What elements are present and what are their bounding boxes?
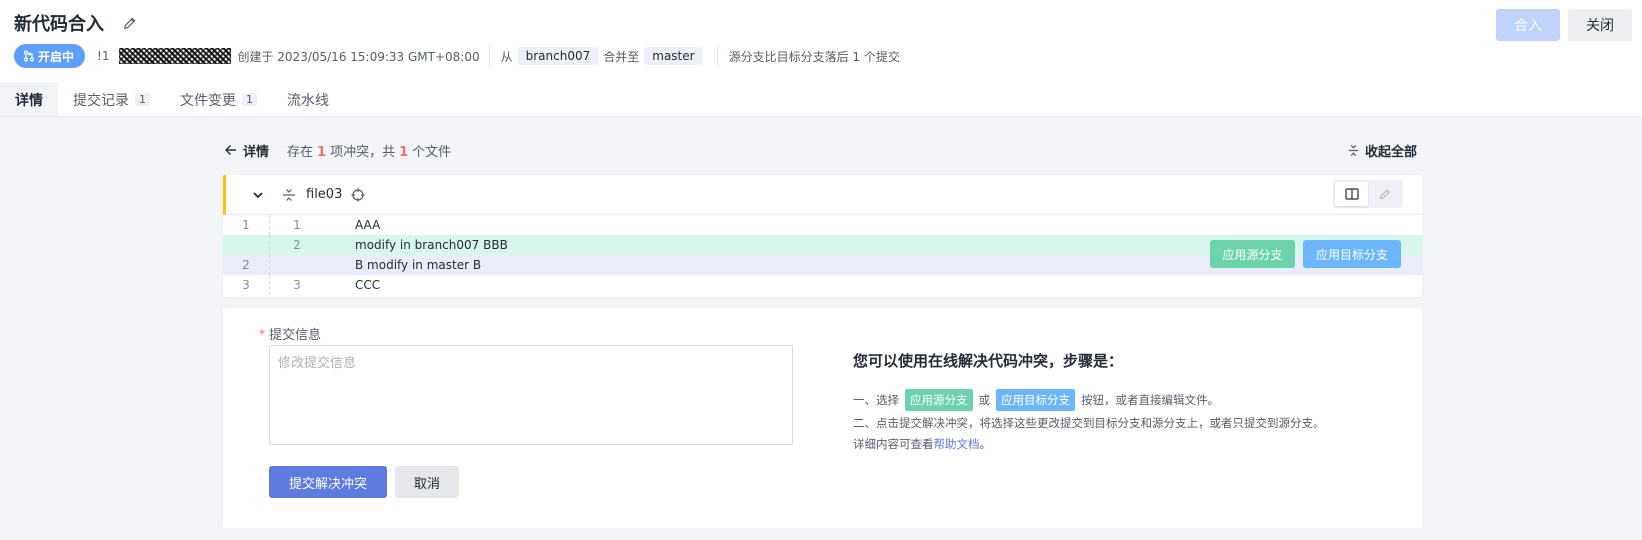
view-mode-toggle <box>1333 180 1403 208</box>
meta-divider <box>716 46 718 66</box>
arrow-left-icon <box>225 145 236 155</box>
edit-title-pencil-icon[interactable] <box>120 14 138 32</box>
page-title: 新代码合入 <box>14 14 104 35</box>
commit-message-label: * 提交信息 <box>259 324 322 344</box>
line-number-right: 2 <box>269 235 324 255</box>
line-number-left: 3 <box>242 278 250 292</box>
collapse-all-label: 收起全部 <box>1365 144 1418 160</box>
collapse-all-button[interactable]: 收起全部 <box>1347 140 1417 160</box>
merge-meta: 开启中 !1 创建于 2023/05/16 15:09:33 GMT+08:00… <box>14 44 900 68</box>
help-doc-link[interactable]: 帮助文档 <box>934 436 980 452</box>
source-branch-chip[interactable]: branch007 <box>517 47 599 65</box>
split-view-icon[interactable] <box>1335 182 1368 206</box>
line-number-left: 1 <box>242 218 250 232</box>
code-text: AAA <box>355 218 381 232</box>
help-text: 。 <box>979 437 992 451</box>
help-step-1: 一、选择 应用源分支 或 应用目标分支 按钮，或者直接编辑文件。 <box>853 388 1413 412</box>
file-header: file03 <box>223 175 1422 215</box>
file-name: file03 <box>306 187 343 202</box>
behind-commits-text: 源分支比目标分支落后 1 个提交 <box>728 49 900 64</box>
apply-source-branch-button[interactable]: 应用源分支 <box>1210 240 1295 268</box>
page-header: 新代码合入 开启中 !1 创建于 2023/05/16 15:09:33 GMT… <box>0 0 1642 117</box>
merge-request-id: !1 <box>97 49 110 63</box>
meta-divider <box>488 46 490 66</box>
from-label: 从 <box>500 49 513 64</box>
source-tag: 应用源分支 <box>905 389 973 411</box>
summary-suffix: 个文件 <box>412 144 452 160</box>
tab-label: 文件变更 <box>180 92 236 109</box>
author-avatar-redacted <box>119 48 232 64</box>
summary-middle: 项冲突，共 <box>330 144 396 160</box>
commit-card: * 提交信息 提交解决冲突 取消 您可以使用在线解决代码冲突，步骤是： 一、选择… <box>223 308 1422 528</box>
line-number-right <box>269 255 324 275</box>
help-text: 按钮，或者直接编辑文件。 <box>1081 393 1219 407</box>
conflict-count: 1 <box>317 144 327 160</box>
title-row: 新代码合入 <box>14 10 138 36</box>
code-line: 3 3 CCC <box>223 275 1422 295</box>
line-number-right: 1 <box>269 215 324 235</box>
line-number-left: 2 <box>242 258 250 272</box>
close-button[interactable]: 关闭 <box>1568 9 1632 41</box>
tab-commits[interactable]: 提交记录 1 <box>58 82 165 117</box>
collapse-icon <box>1348 144 1359 156</box>
tab-bar: 详情 提交记录 1 文件变更 1 流水线 <box>0 82 344 117</box>
tab-label: 流水线 <box>287 92 329 109</box>
back-label: 详情 <box>243 144 270 160</box>
edit-file-pencil-icon[interactable] <box>1368 182 1401 206</box>
cancel-button[interactable]: 取消 <box>395 466 459 498</box>
line-number-right: 3 <box>269 275 324 295</box>
summary-prefix: 存在 <box>287 144 314 160</box>
help-title: 您可以使用在线解决代码冲突，步骤是： <box>853 352 1124 370</box>
conflict-summary: 存在 1 项冲突，共 1 个文件 <box>287 141 451 160</box>
commit-label-text: 提交信息 <box>269 328 322 343</box>
apply-target-branch-button[interactable]: 应用目标分支 <box>1303 240 1401 268</box>
submit-resolve-conflict-button[interactable]: 提交解决冲突 <box>269 466 387 498</box>
tab-details[interactable]: 详情 <box>0 82 58 117</box>
code-text: modify in branch007 BBB <box>355 238 508 252</box>
help-step-2: 二、点击提交解决冲突，将选择这些更改提交到目标分支和源分支上，或者只提交到源分支… <box>853 416 1325 430</box>
tab-count-badge: 1 <box>242 93 257 106</box>
help-step-3: 详细内容可查看 帮助文档 。 <box>853 434 1413 454</box>
tab-label: 详情 <box>15 92 43 109</box>
tab-count-badge: 1 <box>135 93 150 106</box>
status-text: 开启中 <box>38 49 75 64</box>
fold-lines-icon[interactable] <box>280 186 298 204</box>
merge-to-label: 合并至 <box>603 49 640 64</box>
created-time: 创建于 2023/05/16 15:09:33 GMT+08:00 <box>237 49 480 64</box>
tab-label: 提交记录 <box>73 92 129 109</box>
back-to-details-link[interactable]: 详情 <box>224 141 269 160</box>
code-text: B modify in master B <box>355 258 482 272</box>
tab-pipeline[interactable]: 流水线 <box>272 82 344 117</box>
target-tag: 应用目标分支 <box>996 389 1075 411</box>
commit-message-input[interactable] <box>269 345 793 445</box>
code-text: CCC <box>355 278 381 292</box>
tabs-divider <box>0 116 1642 117</box>
conflict-toolbar: 详情 存在 1 项冲突，共 1 个文件 <box>224 140 451 160</box>
merge-request-icon <box>23 50 35 62</box>
required-mark: * <box>259 326 265 341</box>
help-text: 一、选择 <box>853 393 899 407</box>
chevron-down-icon[interactable] <box>250 187 266 203</box>
target-branch-chip[interactable]: master <box>644 47 703 65</box>
file-count: 1 <box>399 144 409 160</box>
code-line: 1 1 AAA <box>223 215 1422 235</box>
merge-button[interactable]: 合入 <box>1496 9 1560 41</box>
status-badge: 开启中 <box>14 44 86 68</box>
crosshair-locate-icon[interactable] <box>350 187 366 203</box>
help-text: 详细内容可查看 <box>853 437 934 451</box>
tab-file-changes[interactable]: 文件变更 1 <box>165 82 272 117</box>
conflict-file-card: file03 1 1 AAA 2 modify in branch007 BBB… <box>223 175 1422 297</box>
help-text: 或 <box>978 393 991 407</box>
help-panel: 您可以使用在线解决代码冲突，步骤是： 一、选择 应用源分支 或 应用目标分支 按… <box>853 350 1413 454</box>
